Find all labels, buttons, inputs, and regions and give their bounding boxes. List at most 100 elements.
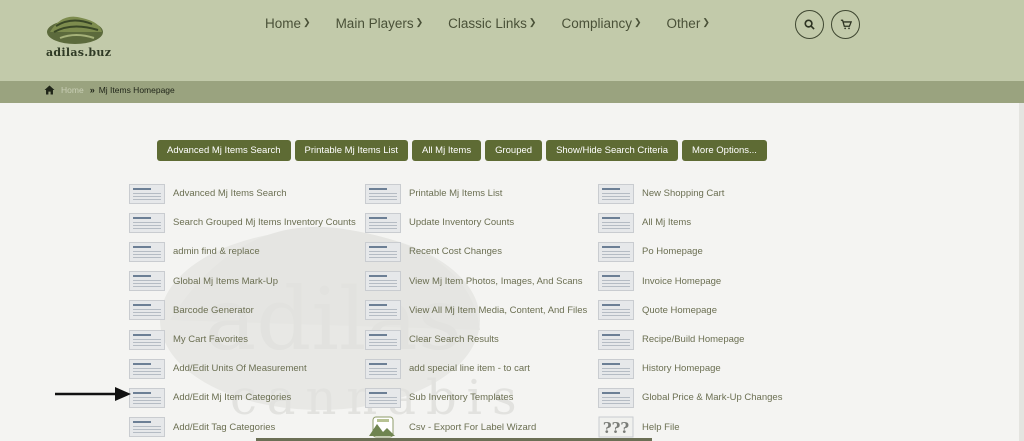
nav-home[interactable]: Home ❯: [265, 16, 311, 31]
list-item[interactable]: Recipe/Build Homepage: [598, 325, 782, 354]
list-item-label: add special line item - to cart: [409, 363, 530, 375]
search-icon: [804, 19, 815, 30]
page-thumbnail-icon: [129, 212, 165, 233]
page-thumbnail-icon: [365, 241, 401, 262]
page-thumbnail-icon: [598, 241, 634, 262]
list-item[interactable]: View All Mj Item Media, Content, And Fil…: [365, 296, 587, 325]
list-item[interactable]: My Cart Favorites: [129, 325, 356, 354]
list-item[interactable]: ??? Help File: [598, 413, 782, 441]
list-item-label: Recipe/Build Homepage: [642, 334, 745, 346]
list-item-label: Global Mj Items Mark-Up: [173, 275, 279, 287]
chevron-down-icon: ❯: [303, 17, 311, 27]
list-item[interactable]: Add/Edit Mj Item Categories: [129, 383, 356, 412]
page-thumbnail-icon: [365, 212, 401, 233]
list-item[interactable]: Printable Mj Items List: [365, 179, 587, 208]
pointer-arrow-icon: [55, 387, 131, 401]
page-thumbnail-icon: [129, 271, 165, 292]
search-button[interactable]: [795, 10, 824, 39]
grouped-button[interactable]: Grouped: [485, 140, 543, 161]
page-thumbnail-icon: [129, 358, 165, 379]
list-item[interactable]: New Shopping Cart: [598, 179, 782, 208]
nav-other-label: Other: [666, 16, 701, 31]
list-item[interactable]: Quote Homepage: [598, 296, 782, 325]
list-item[interactable]: Recent Cost Changes: [365, 237, 587, 266]
site-logo[interactable]: adilas.buz: [42, 8, 112, 62]
nav-main-players[interactable]: Main Players ❯: [336, 16, 424, 31]
page-thumbnail-icon: [598, 183, 634, 204]
scrollbar[interactable]: [1019, 103, 1024, 441]
link-column-1: Advanced Mj Items Search Search Grouped …: [129, 179, 356, 441]
logo-text: adilas.buz: [46, 46, 112, 59]
printable-list-button[interactable]: Printable Mj Items List: [294, 140, 408, 161]
list-item-label: My Cart Favorites: [173, 334, 248, 346]
list-item[interactable]: Po Homepage: [598, 237, 782, 266]
breadcrumb: Home » Mj Items Homepage: [44, 85, 175, 95]
page-thumbnail-icon: [598, 358, 634, 379]
list-item[interactable]: Csv - Export For Label Wizard: [365, 413, 587, 441]
list-item[interactable]: Update Inventory Counts: [365, 208, 587, 237]
page-thumbnail-icon: [598, 329, 634, 350]
list-item-label: New Shopping Cart: [642, 188, 725, 200]
list-item-label: Sub Inventory Templates: [409, 392, 514, 404]
list-item[interactable]: Invoice Homepage: [598, 267, 782, 296]
list-item-label: Update Inventory Counts: [409, 217, 515, 229]
list-item-label: Quote Homepage: [642, 304, 717, 316]
cart-button[interactable]: [831, 10, 860, 39]
list-item[interactable]: All Mj Items: [598, 208, 782, 237]
list-item-label: Csv - Export For Label Wizard: [409, 421, 537, 433]
page-thumbnail-icon: [365, 358, 401, 379]
list-item[interactable]: admin find & replace: [129, 237, 356, 266]
list-item[interactable]: Clear Search Results: [365, 325, 587, 354]
page-thumbnail-icon: [598, 387, 634, 408]
nav-compliancy[interactable]: Compliancy ❯: [561, 16, 641, 31]
logo-emblem-icon: [47, 16, 103, 44]
more-options-button[interactable]: More Options...: [682, 140, 767, 161]
list-item[interactable]: Advanced Mj Items Search: [129, 179, 356, 208]
list-item[interactable]: Search Grouped Mj Items Inventory Counts: [129, 208, 356, 237]
advanced-search-button[interactable]: Advanced Mj Items Search: [157, 140, 291, 161]
breadcrumb-home-link[interactable]: Home: [61, 85, 84, 95]
site-header: adilas.buz Home ❯ Main Players ❯ Classic L…: [0, 0, 1024, 81]
chevron-down-icon: ❯: [702, 17, 710, 27]
list-item[interactable]: View Mj Item Photos, Images, And Scans: [365, 267, 587, 296]
page-thumbnail-icon: [365, 329, 401, 350]
toggle-search-criteria-button[interactable]: Show/Hide Search Criteria: [546, 140, 678, 161]
list-item[interactable]: Add/Edit Tag Categories: [129, 413, 356, 441]
page-thumbnail-icon: [598, 212, 634, 233]
nav-other[interactable]: Other ❯: [667, 16, 710, 31]
list-item-label: View All Mj Item Media, Content, And Fil…: [409, 304, 588, 316]
list-item[interactable]: Barcode Generator: [129, 296, 356, 325]
page-thumbnail-icon: [365, 271, 401, 292]
chevron-down-icon: ❯: [415, 17, 424, 27]
list-item-label: Advanced Mj Items Search: [173, 188, 287, 200]
page-thumbnail-icon: [365, 300, 401, 321]
list-item[interactable]: History Homepage: [598, 354, 782, 383]
list-item-label: Help File: [642, 421, 680, 433]
link-column-3: New Shopping Cart All Mj Items Po Homepa…: [598, 179, 782, 441]
home-icon[interactable]: [44, 85, 55, 95]
help-question-icon: ???: [598, 416, 634, 438]
list-item-label: admin find & replace: [173, 246, 260, 258]
nav-compliancy-label: Compliancy: [561, 16, 632, 31]
page-thumbnail-icon: [129, 417, 165, 438]
list-item[interactable]: Global Mj Items Mark-Up: [129, 267, 356, 296]
page-thumbnail-icon: [365, 387, 401, 408]
nav-classic-links[interactable]: Classic Links ❯: [448, 16, 536, 31]
list-item-label: Add/Edit Tag Categories: [173, 421, 276, 433]
csv-label-wizard-icon: [369, 416, 395, 438]
list-item[interactable]: add special line item - to cart: [365, 354, 587, 383]
cart-icon: [840, 19, 852, 30]
list-item-label: Add/Edit Mj Item Categories: [173, 392, 292, 404]
main-nav: Home ❯ Main Players ❯ Classic Links ❯ Compl…: [265, 16, 710, 31]
list-item[interactable]: Sub Inventory Templates: [365, 383, 587, 412]
all-items-button[interactable]: All Mj Items: [411, 140, 482, 161]
list-item[interactable]: Global Price & Mark-Up Changes: [598, 383, 782, 412]
page-thumbnail-icon: [598, 271, 634, 292]
svg-text:???: ???: [603, 419, 630, 437]
list-item[interactable]: Add/Edit Units Of Measurement: [129, 354, 356, 383]
list-item-label: Global Price & Mark-Up Changes: [642, 392, 783, 404]
nav-classic-links-label: Classic Links: [448, 16, 527, 31]
page-thumbnail-icon: [129, 300, 165, 321]
list-item-label: Recent Cost Changes: [409, 246, 502, 258]
list-item-label: History Homepage: [642, 363, 721, 375]
